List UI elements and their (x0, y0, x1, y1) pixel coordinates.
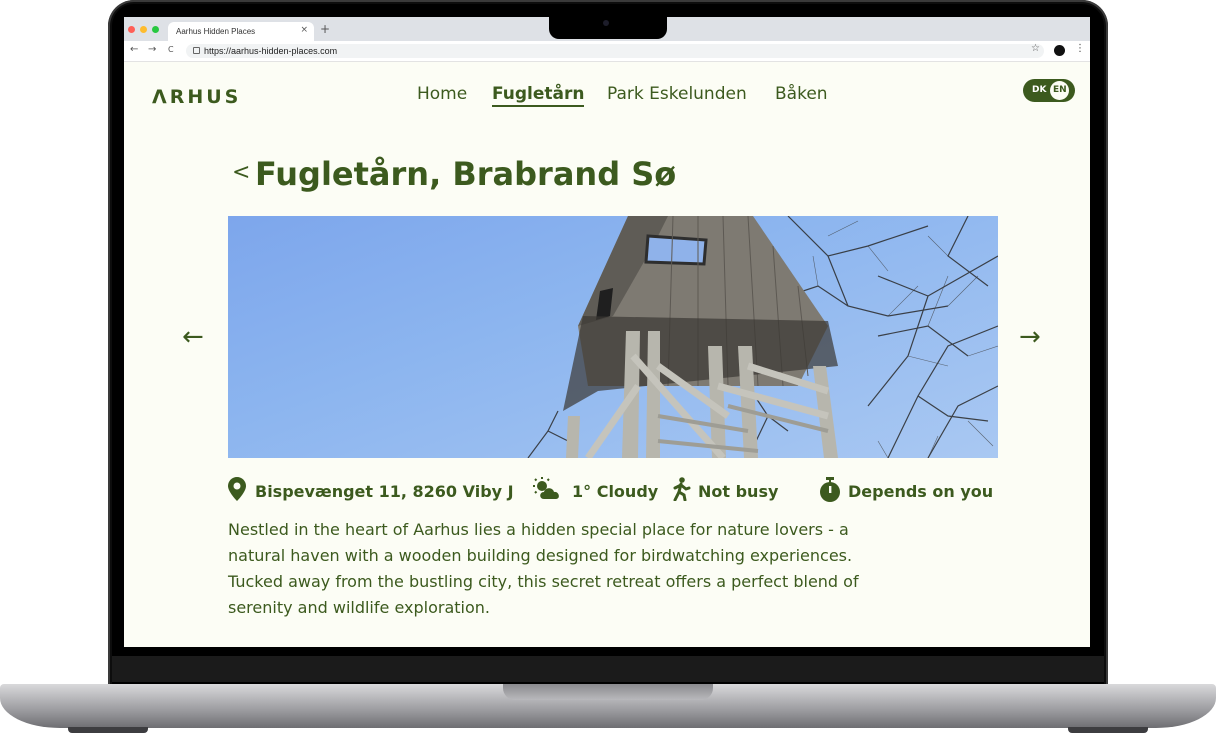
url-text: https://aarhus-hidden-places.com (204, 46, 338, 56)
tab-close-icon[interactable]: × (300, 25, 308, 35)
laptop-opening-notch (503, 684, 713, 700)
location-pin-icon (228, 477, 246, 501)
tab-title: Aarhus Hidden Places (176, 27, 256, 36)
walking-person-icon (673, 477, 691, 501)
reload-button[interactable]: C (168, 44, 174, 56)
site-logo[interactable]: ΛRHUS (152, 86, 241, 108)
forward-button[interactable]: → (148, 44, 156, 56)
nav-baken[interactable]: Båken (775, 84, 828, 104)
stopwatch-icon (820, 477, 840, 502)
language-dk-label[interactable]: DK (1032, 85, 1046, 95)
duration-text: Depends on you (848, 482, 994, 501)
back-button[interactable]: ← (130, 44, 138, 56)
language-toggle[interactable]: DK EN (1023, 79, 1075, 102)
lock-icon (193, 47, 200, 54)
bird-tower-photo (228, 216, 998, 458)
camera-notch (549, 17, 667, 39)
profile-avatar[interactable] (1054, 45, 1065, 56)
address-bar[interactable]: https://aarhus-hidden-places.com (186, 44, 1044, 58)
page-title: Fugletårn, Brabrand Sø (255, 155, 677, 193)
browser-tab[interactable]: Aarhus Hidden Places × (168, 22, 314, 41)
browser-toolbar: ← → C https://aarhus-hidden-places.com ☆… (124, 41, 1090, 62)
place-description: Nestled in the heart of Aarhus lies a hi… (228, 520, 859, 617)
browser-menu-icon[interactable]: ⋮ (1075, 43, 1085, 55)
weather-text: 1° Cloudy (572, 482, 659, 501)
place-info-row: Bispevænget 11, 8260 Viby J 1° Cloudy No… (228, 475, 1008, 505)
partly-cloudy-icon (533, 477, 559, 499)
nav-fugletarn[interactable]: Fugletårn (492, 84, 585, 107)
camera-icon (603, 20, 609, 26)
bookmark-star-icon[interactable]: ☆ (1031, 43, 1040, 55)
back-chevron-icon[interactable]: < (232, 160, 250, 185)
laptop-foot-left (68, 727, 148, 733)
language-en-label[interactable]: EN (1053, 85, 1067, 95)
laptop-chin (112, 656, 1104, 682)
maximize-window-button[interactable] (152, 26, 159, 33)
close-window-button[interactable] (128, 26, 135, 33)
nav-home[interactable]: Home (417, 84, 467, 104)
new-tab-button[interactable]: + (320, 23, 330, 35)
crowd-text: Not busy (698, 482, 779, 501)
bird-tower-illustration (527, 216, 998, 458)
previous-image-arrow-icon[interactable]: ← (182, 324, 204, 350)
next-image-arrow-icon[interactable]: → (1019, 324, 1041, 350)
address-text: Bispevænget 11, 8260 Viby J (255, 482, 514, 501)
nav-park-eskelunden[interactable]: Park Eskelunden (607, 84, 747, 104)
laptop-screen: Aarhus Hidden Places × + ← → C https://a… (124, 17, 1090, 647)
laptop-foot-right (1068, 727, 1148, 733)
website: ΛRHUS Home Fugletårn Park Eskelunden Båk… (124, 62, 1090, 647)
minimize-window-button[interactable] (140, 26, 147, 33)
